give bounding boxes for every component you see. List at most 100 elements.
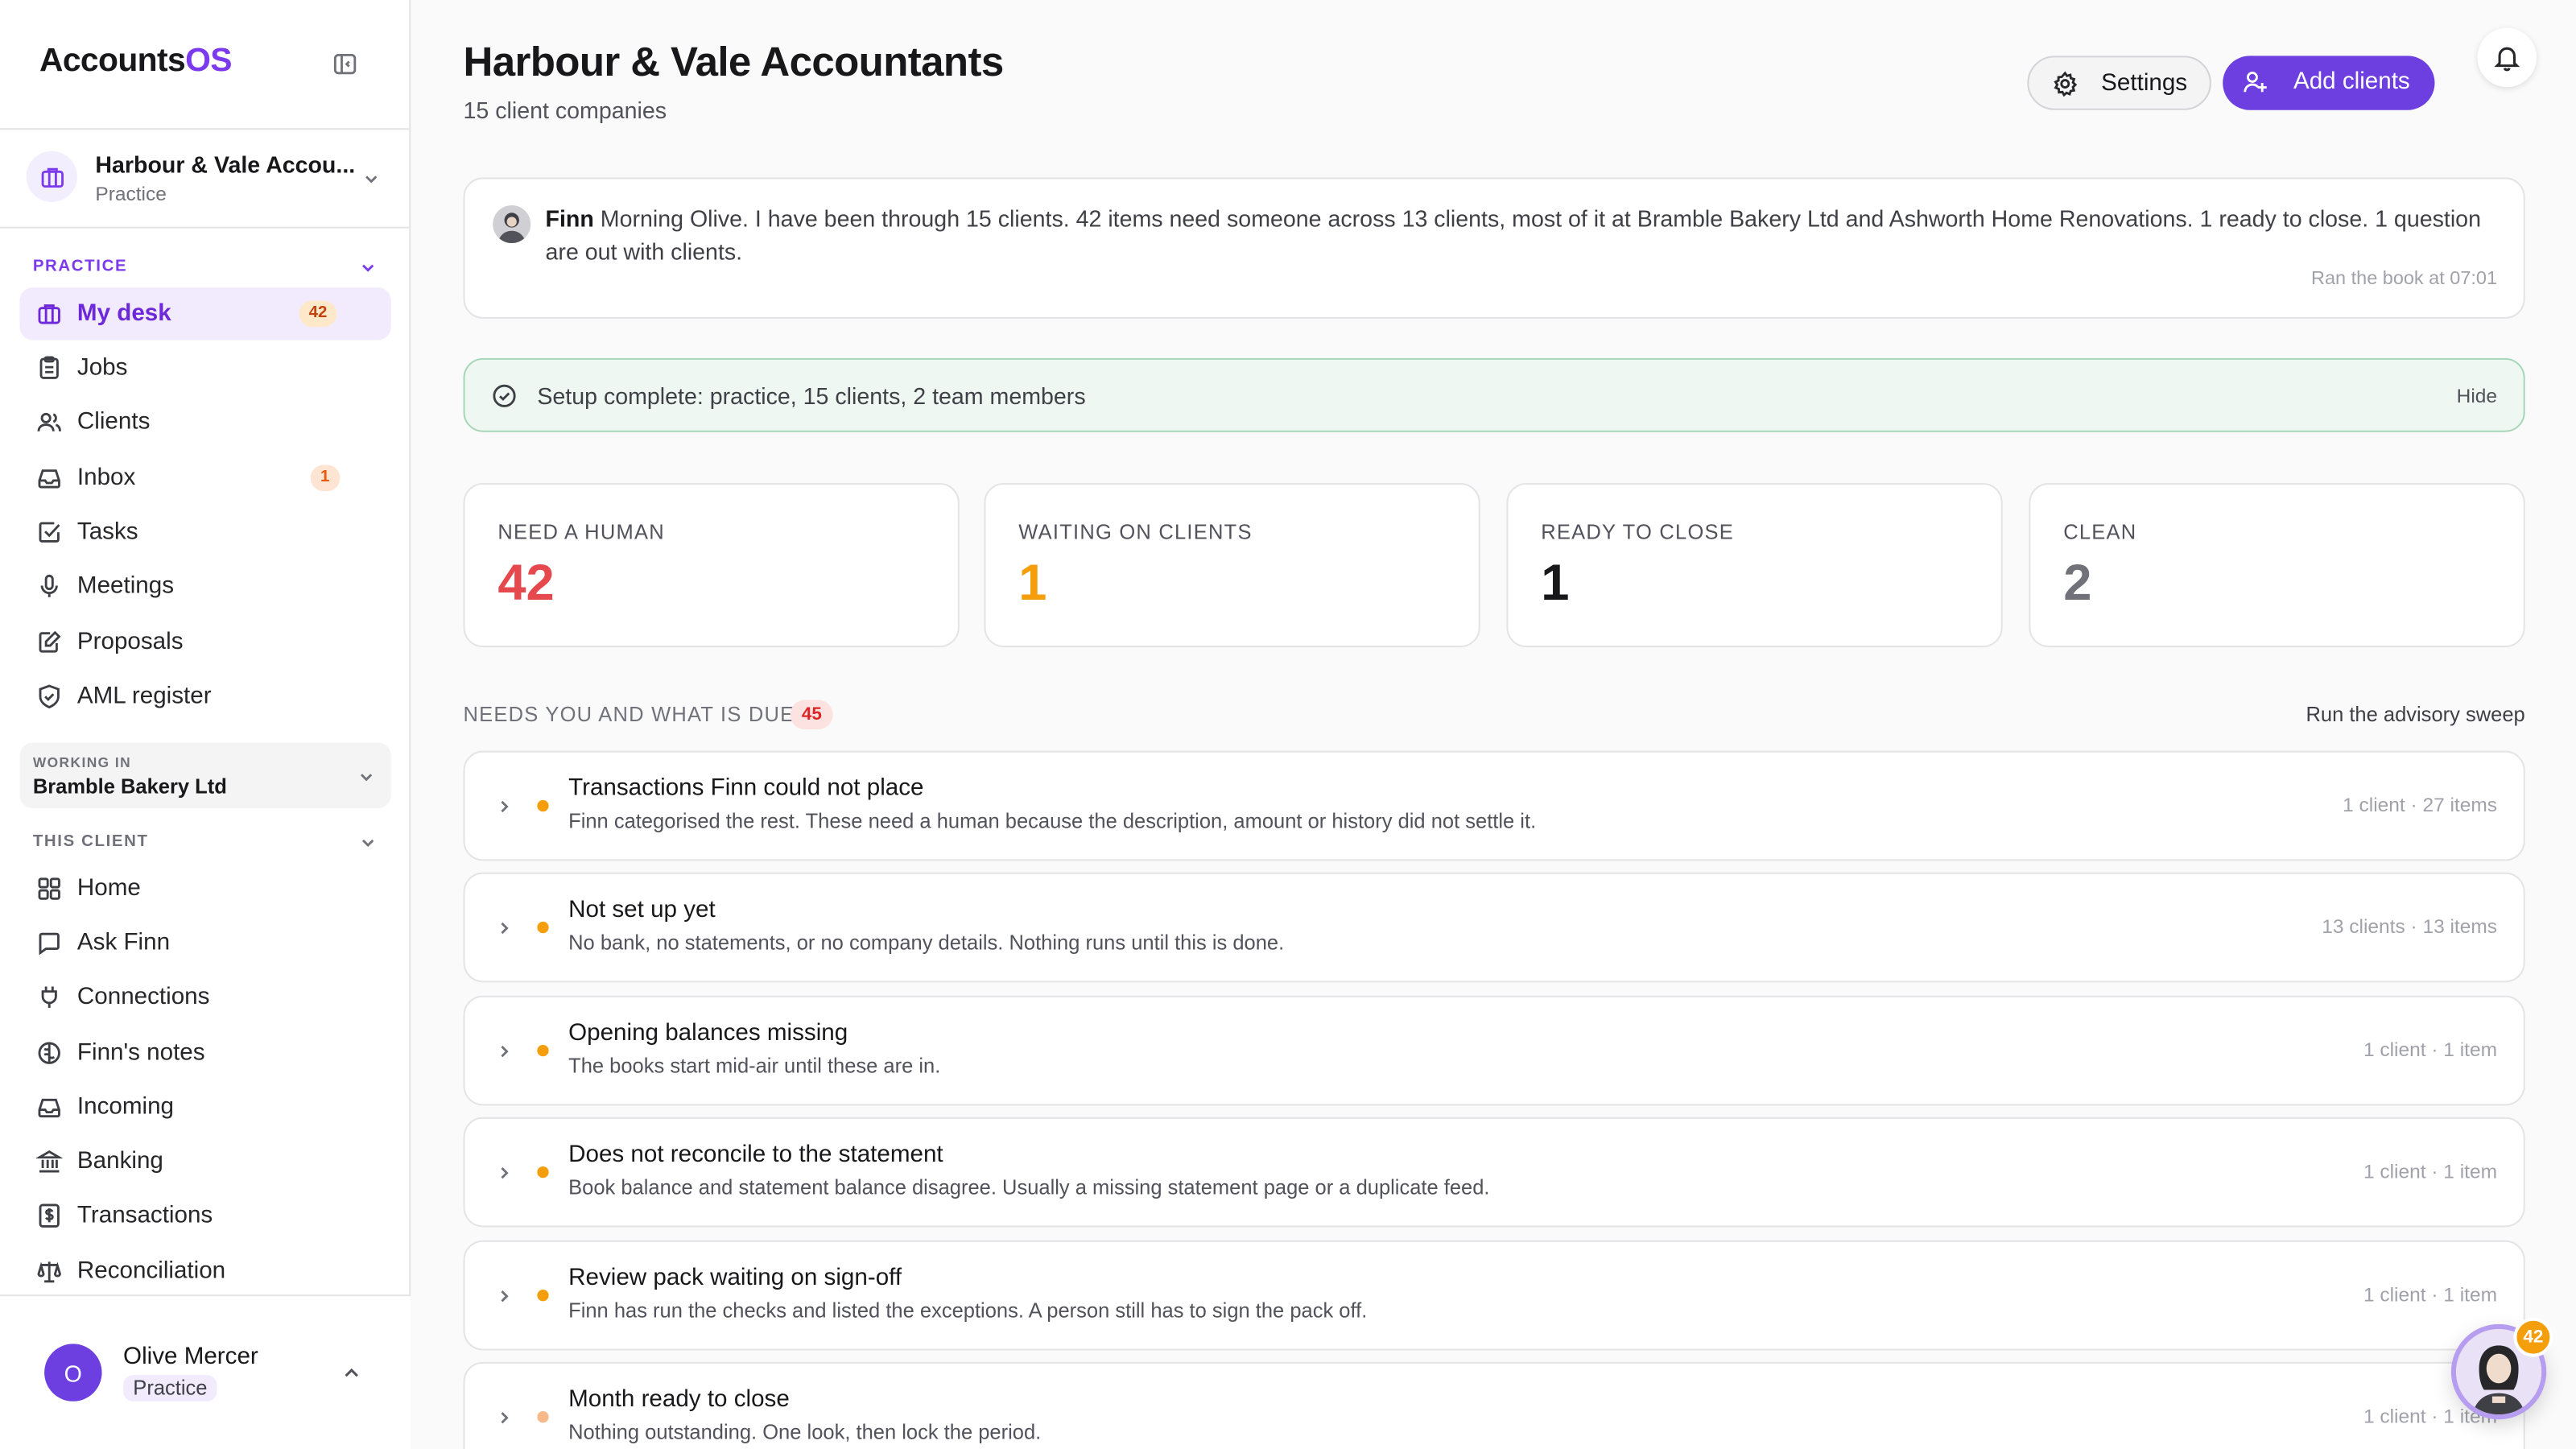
sidebar-item-banking[interactable]: Banking <box>19 1135 390 1187</box>
section-label-practice: PRACTICE <box>32 258 128 276</box>
avatar: O <box>44 1344 102 1402</box>
queue-row[interactable]: Month ready to close Nothing outstanding… <box>463 1361 2525 1449</box>
brain-icon <box>36 1040 63 1067</box>
dollar-doc-icon <box>36 1203 63 1229</box>
queue-row[interactable]: Does not reconcile to the statement Book… <box>463 1117 2525 1228</box>
page-subtitle: 15 client companies <box>463 97 667 124</box>
microphone-icon <box>36 573 63 600</box>
scale-icon <box>36 1258 63 1285</box>
sidebar-item-connections[interactable]: Connections <box>19 971 390 1023</box>
finn-run-time: Ran the book at 07:01 <box>2311 269 2498 290</box>
count-badge: 42 <box>299 300 337 328</box>
practice-name: Harbour & Vale Accou... <box>95 151 356 178</box>
sidebar-item-finns-notes[interactable]: Finn's notes <box>19 1027 390 1080</box>
queue-row[interactable]: Review pack waiting on sign-off Finn has… <box>463 1240 2525 1351</box>
queue-row[interactable]: Opening balances missing The books start… <box>463 995 2525 1106</box>
page-title: Harbour & Vale Accountants <box>463 39 1005 86</box>
chevron-down-icon[interactable] <box>358 832 378 851</box>
gear-icon <box>2052 71 2079 97</box>
status-dot <box>537 799 549 812</box>
chevron-right-icon <box>494 1040 514 1059</box>
sidebar-item-incoming[interactable]: Incoming <box>19 1081 390 1133</box>
checkbox-icon <box>36 519 63 546</box>
current-client: Bramble Bakery Ltd <box>32 775 227 799</box>
sidebar-item-home[interactable]: Home <box>19 862 390 914</box>
queue-row[interactable]: Transactions Finn could not place Finn c… <box>463 750 2525 861</box>
add-clients-button[interactable]: Add clients <box>2223 56 2435 110</box>
status-dot <box>537 921 549 934</box>
chevron-up-icon <box>340 1362 363 1385</box>
user-role-badge: Practice <box>123 1375 217 1402</box>
divider <box>0 226 411 229</box>
stat-card-waiting-on-clients[interactable]: WAITING ON CLIENTS 1 <box>984 482 1480 648</box>
finn-message: Morning Olive. I have been through 15 cl… <box>545 205 2481 265</box>
count-badge: 1 <box>310 464 340 492</box>
edit-document-icon <box>36 630 63 656</box>
assistant-count-badge: 42 <box>2513 1317 2553 1357</box>
queue-count-badge: 45 <box>790 700 834 730</box>
sidebar-item-transactions[interactable]: Transactions <box>19 1190 390 1242</box>
users-icon <box>36 409 63 436</box>
divider <box>0 128 411 130</box>
stat-card-need-a-human[interactable]: NEED A HUMAN 42 <box>463 482 960 648</box>
sidebar-item-meetings[interactable]: Meetings <box>19 560 390 613</box>
advisory-sweep-link[interactable]: Run the advisory sweep <box>2306 703 2524 726</box>
settings-button[interactable]: Settings <box>2027 56 2211 110</box>
sidebar-item-clients[interactable]: Clients <box>19 396 390 448</box>
sidebar-item-proposals[interactable]: Proposals <box>19 616 390 668</box>
status-dot <box>537 1290 549 1302</box>
stat-card-clean[interactable]: CLEAN 2 <box>2029 482 2525 648</box>
check-circle-icon <box>491 383 518 410</box>
briefcase-icon <box>26 151 77 203</box>
sidebar: AccountsOS Harbour & Vale Accou... Pract… <box>0 0 411 1449</box>
sidebar-collapse-icon[interactable] <box>332 51 358 77</box>
chevron-down-icon <box>361 167 381 187</box>
user-name: Olive Mercer <box>123 1344 258 1371</box>
briefcase-icon <box>36 300 63 327</box>
queue-heading: NEEDS YOU AND WHAT IS DUE <box>463 703 795 727</box>
practice-switcher[interactable]: Harbour & Vale Accou... Practice <box>26 151 388 207</box>
inbox-icon <box>36 465 63 492</box>
app-logo[interactable]: AccountsOS <box>39 43 232 80</box>
sidebar-item-inbox[interactable]: Inbox 1 <box>19 452 390 504</box>
status-dot <box>537 1044 549 1057</box>
chevron-right-icon <box>494 1406 514 1426</box>
sidebar-item-aml-register[interactable]: AML register <box>19 671 390 723</box>
sidebar-item-tasks[interactable]: Tasks <box>19 506 390 559</box>
stat-card-ready-to-close[interactable]: READY TO CLOSE 1 <box>1506 482 2003 648</box>
stat-value: 42 <box>497 553 555 612</box>
plug-icon <box>36 984 63 1010</box>
section-label-this-client: THIS CLIENT <box>32 832 149 852</box>
chevron-down-icon <box>357 766 376 785</box>
chevron-right-icon <box>494 917 514 936</box>
status-dot <box>537 1166 549 1179</box>
bell-icon <box>2494 47 2520 72</box>
user-menu[interactable]: O Olive Mercer Practice <box>0 1294 411 1449</box>
chevron-down-icon[interactable] <box>358 256 378 275</box>
chat-icon <box>36 930 63 956</box>
sidebar-item-jobs[interactable]: Jobs <box>19 341 390 394</box>
status-dot <box>537 1411 549 1423</box>
notifications-button[interactable] <box>2477 27 2537 88</box>
stat-value: 1 <box>1541 553 1570 612</box>
grid-icon <box>36 876 63 902</box>
finn-avatar <box>493 205 531 244</box>
sidebar-item-ask-finn[interactable]: Ask Finn <box>19 917 390 969</box>
hide-banner-button[interactable]: Hide <box>2457 385 2497 408</box>
stat-value: 1 <box>1018 553 1047 612</box>
client-context-switcher[interactable]: WORKING IN Bramble Bakery Ltd <box>19 742 391 809</box>
stat-value: 2 <box>2063 553 2092 612</box>
inbox-icon <box>36 1094 63 1121</box>
setup-complete-banner: Setup complete: practice, 15 clients, 2 … <box>463 357 2525 432</box>
chevron-right-icon <box>494 795 514 815</box>
add-user-icon <box>2243 69 2269 96</box>
clipboard-icon <box>36 355 63 382</box>
shield-check-icon <box>36 683 63 710</box>
practice-role: Practice <box>95 182 167 206</box>
chevron-right-icon <box>494 1162 514 1181</box>
sidebar-item-my-desk[interactable]: My desk 42 <box>19 287 391 341</box>
finn-summary-card: Finn Morning Olive. I have been through … <box>463 177 2525 319</box>
queue-row[interactable]: Not set up yet No bank, no statements, o… <box>463 872 2525 983</box>
sidebar-item-reconciliation[interactable]: Reconciliation <box>19 1245 390 1298</box>
bank-icon <box>35 1149 64 1175</box>
